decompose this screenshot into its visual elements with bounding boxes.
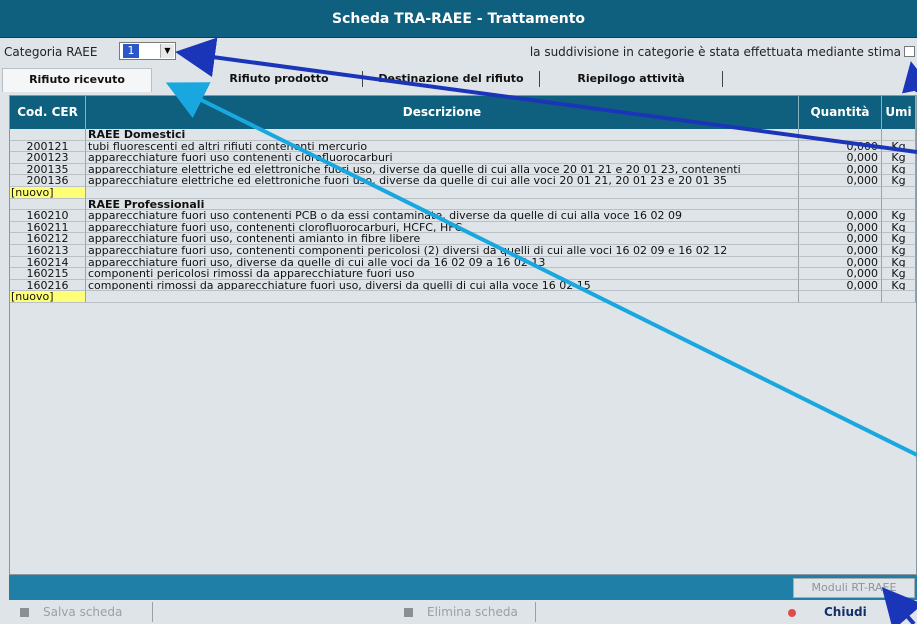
cer-code: 160212: [10, 233, 86, 245]
moduli-rt-raee-button[interactable]: Moduli RT-RAEE: [793, 578, 915, 598]
cer-description: apparecchiature elettriche ed elettronic…: [86, 175, 799, 187]
cer-description: apparecchiature fuori uso, diverse da qu…: [86, 256, 799, 269]
table-row[interactable]: 160213 apparecchiature fuori uso, conten…: [10, 244, 916, 257]
cer-description: apparecchiature fuori uso, contenenti co…: [86, 244, 799, 257]
cer-code: 160210: [10, 210, 86, 222]
table-row[interactable]: 160214 apparecchiature fuori uso, divers…: [10, 256, 916, 269]
quantity-cell[interactable]: 0,000: [799, 140, 882, 153]
quantity-cell[interactable]: 0,000: [799, 233, 882, 245]
cer-code: 160211: [10, 221, 86, 234]
quantity-cell[interactable]: 0,000: [799, 175, 882, 187]
table-row[interactable]: 160211 apparecchiature fuori uso, conten…: [10, 221, 916, 234]
quantity-cell[interactable]: 0,000: [799, 244, 882, 257]
elimina-scheda-label: Elimina scheda: [427, 605, 518, 619]
quantity-cell[interactable]: 0,000: [799, 221, 882, 234]
unit-cell: Kg: [882, 233, 916, 245]
chiudi-button[interactable]: Chiudi: [788, 600, 867, 624]
table-row[interactable]: 200123 apparecchiature fuori uso contene…: [10, 152, 916, 164]
column-header-quantita[interactable]: Quantità: [799, 96, 882, 129]
column-header-descrizione[interactable]: Descrizione: [86, 96, 799, 129]
unit-cell: Kg: [882, 244, 916, 257]
chiudi-label: Chiudi: [824, 605, 867, 619]
cer-description: apparecchiature fuori uso, contenenti cl…: [86, 221, 799, 234]
group-row: RAEE Professionali: [10, 198, 916, 211]
table-row[interactable]: 160210 apparecchiature fuori uso contene…: [10, 210, 916, 222]
cer-description: apparecchiature elettriche ed elettronic…: [86, 163, 799, 176]
tab-riepilogo[interactable]: Riepilogo attività: [540, 71, 723, 87]
unit-cell: Kg: [882, 163, 916, 176]
cer-description: apparecchiature fuori uso contenenti clo…: [86, 152, 799, 164]
salva-scheda-label: Salva scheda: [43, 605, 123, 619]
unit-cell: Kg: [882, 279, 916, 292]
cer-code: 200121: [10, 140, 86, 153]
divider: [152, 602, 153, 622]
quantity-cell[interactable]: 0,000: [799, 163, 882, 176]
cer-code: 160216: [10, 279, 86, 292]
rifiuti-table: Cod. CER Descrizione Quantità Umi RAEE D…: [9, 95, 917, 575]
unit-cell: Kg: [882, 256, 916, 269]
column-header-code[interactable]: Cod. CER: [10, 96, 86, 129]
table-row[interactable]: 160216 componenti rimossi da apparecchia…: [10, 279, 916, 292]
categoria-value: 1: [123, 44, 139, 58]
tab-rifiuto-prodotto[interactable]: Rifiuto prodotto: [196, 71, 363, 87]
cer-code: 200123: [10, 152, 86, 164]
cer-code: 160215: [10, 268, 86, 280]
table-body: RAEE Domestici 200121 tubi fluorescenti …: [10, 129, 916, 303]
table-row[interactable]: 200136 apparecchiature elettriche ed ele…: [10, 175, 916, 187]
cer-code: 200135: [10, 163, 86, 176]
chevron-down-icon[interactable]: ▼: [160, 44, 174, 58]
group-title: RAEE Professionali: [86, 198, 799, 211]
unit-cell: Kg: [882, 175, 916, 187]
table-row[interactable]: 160215 componenti pericolosi rimossi da …: [10, 268, 916, 280]
categoria-row: Categoria RAEE 1 ▼ la suddivisione in ca…: [0, 40, 917, 64]
new-row[interactable]: [nuovo]: [10, 186, 916, 199]
quantity-cell[interactable]: 0,000: [799, 152, 882, 164]
quantity-cell[interactable]: 0,000: [799, 268, 882, 280]
window-title: Scheda TRA-RAEE - Trattamento: [0, 0, 917, 38]
status-bar: Moduli RT-RAEE: [9, 575, 917, 600]
cer-description: apparecchiature fuori uso, contenenti am…: [86, 233, 799, 245]
cer-description: tubi fluorescenti ed altri rifiuti conte…: [86, 140, 799, 153]
new-row-label[interactable]: [nuovo]: [10, 291, 86, 303]
group-row: RAEE Domestici: [10, 129, 916, 141]
cer-code: 160214: [10, 256, 86, 269]
stima-checkbox[interactable]: [904, 46, 915, 57]
unit-cell: Kg: [882, 152, 916, 164]
bottom-toolbar: Salva scheda Elimina scheda Chiudi: [0, 600, 917, 624]
cer-code: 200136: [10, 175, 86, 187]
tab-bar: Rifiuto ricevuto Rifiuto prodotto Destin…: [0, 68, 917, 92]
group-title: RAEE Domestici: [86, 129, 799, 141]
close-icon: [788, 608, 796, 617]
cer-description: apparecchiature fuori uso contenenti PCB…: [86, 210, 799, 222]
categoria-label: Categoria RAEE: [4, 45, 98, 59]
unit-cell: Kg: [882, 210, 916, 222]
unit-cell: Kg: [882, 221, 916, 234]
cer-code: 160213: [10, 244, 86, 257]
delete-icon: [404, 608, 413, 617]
cer-description: componenti rimossi da apparecchiature fu…: [86, 279, 799, 292]
quantity-cell[interactable]: 0,000: [799, 210, 882, 222]
elimina-scheda-button[interactable]: Elimina scheda: [404, 600, 518, 624]
divider: [535, 602, 536, 622]
tra-raee-window: Scheda TRA-RAEE - Trattamento Categoria …: [0, 0, 917, 624]
new-row-label[interactable]: [nuovo]: [10, 186, 86, 199]
cer-description: componenti pericolosi rimossi da apparec…: [86, 268, 799, 280]
save-icon: [20, 608, 29, 617]
tab-rifiuto-ricevuto[interactable]: Rifiuto ricevuto: [2, 68, 152, 92]
column-header-umi[interactable]: Umi: [882, 96, 916, 129]
quantity-cell[interactable]: 0,000: [799, 256, 882, 269]
unit-cell: Kg: [882, 268, 916, 280]
new-row[interactable]: [nuovo]: [10, 291, 916, 303]
table-row[interactable]: 200121 tubi fluorescenti ed altri rifiut…: [10, 140, 916, 153]
categoria-select[interactable]: 1 ▼: [119, 42, 176, 60]
stima-label: la suddivisione in categorie è stata eff…: [529, 45, 901, 59]
tab-destinazione[interactable]: Destinazione del rifiuto: [363, 71, 540, 87]
unit-cell: Kg: [882, 140, 916, 153]
quantity-cell[interactable]: 0,000: [799, 279, 882, 292]
table-row[interactable]: 160212 apparecchiature fuori uso, conten…: [10, 233, 916, 245]
table-row[interactable]: 200135 apparecchiature elettriche ed ele…: [10, 163, 916, 176]
salva-scheda-button[interactable]: Salva scheda: [20, 600, 122, 624]
